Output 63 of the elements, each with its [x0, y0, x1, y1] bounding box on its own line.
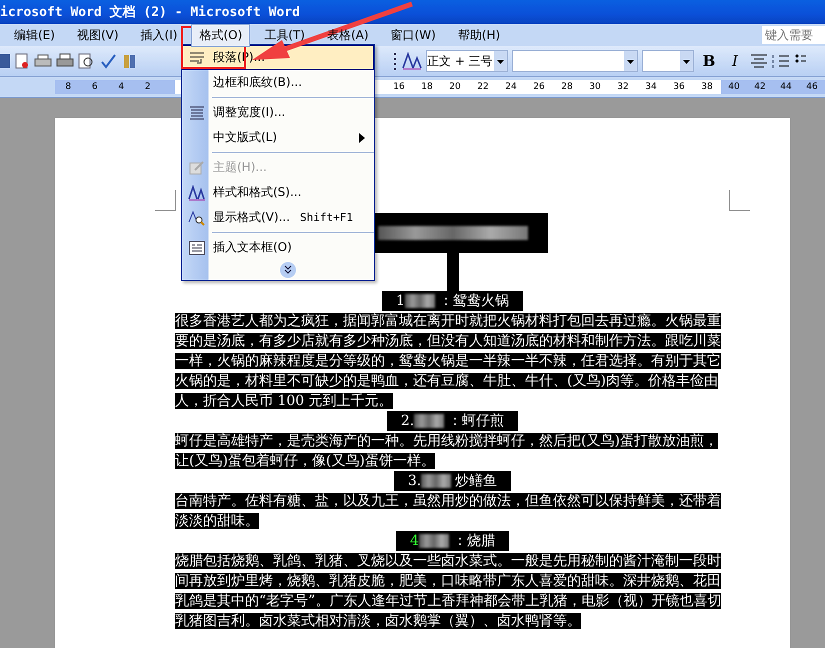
menu-entry[interactable]: 显示格式(V)... Shift+F1 [182, 205, 374, 230]
menu-item[interactable]: 编辑(E) [6, 24, 63, 46]
section-heading: 3. 炒鳝鱼 [394, 471, 512, 491]
ruler-number: 44 [779, 81, 793, 94]
ruler-number: 38 [700, 81, 714, 94]
text-box-icon [188, 240, 204, 254]
menu-item[interactable]: 插入(I) [132, 24, 186, 46]
menu-entry[interactable]: 调整宽度(I)... [182, 100, 374, 125]
ruler-number: 4 [117, 81, 126, 94]
width-icon [188, 104, 204, 120]
ruler-number: 24 [504, 81, 518, 94]
paragraph: 台南特产。佐料有糖、盐，以及九王，虽然用炒的做法，但鱼依然可以保持鲜美，还带着淡淡的甜味。 [175, 492, 722, 531]
menu-entry[interactable]: 样式和格式(S)... [182, 180, 374, 205]
spellcheck-icon[interactable] [100, 53, 118, 69]
menu-item[interactable]: 视图(V) [68, 24, 127, 46]
menu-item[interactable]: 帮助(H) [450, 24, 508, 46]
expand-chevron-icon[interactable] [280, 262, 296, 278]
ruler-number: 8 [64, 81, 72, 94]
printer-icon[interactable] [34, 53, 52, 69]
section-heading: 2. ：蚵仔煎 [386, 411, 518, 431]
ruler-number: 46 [805, 81, 819, 94]
paragraph: 很多香港艺人都为之疯狂，据闻郭富城在离开时就把火锅材料打包回去再过瘾。火锅最重要的是汤底，有多少店就有多少种汤底，但没有人知道汤底的材料和制作方法。跟吃川菜一样，火锅的麻辣程度是分等级的，鸳鸯火锅是一半辣一半不辣，任君选择。有别于其它火锅的是，材料里不可缺少的是鸭血，还有豆腐、牛肚、牛什、(又鸟)肉等。价格丰俭由人，折合人民币 100 元到上千元。 [175, 312, 722, 411]
bold-button[interactable]: B [698, 50, 720, 72]
ruler-number: 36 [672, 81, 686, 94]
magnifier-icon [188, 210, 206, 226]
menu-item[interactable]: 窗口(W) [382, 24, 444, 46]
printer-icon[interactable] [56, 53, 74, 69]
ruler-number: 42 [753, 81, 767, 94]
menu-entry[interactable]: 边框和底纹(B)... [182, 70, 374, 95]
paragraph-icon [188, 50, 204, 64]
ruler-number: 6 [90, 81, 99, 94]
section-heading: 1 ：鸳鸯火锅 [382, 291, 523, 311]
theme-icon [188, 160, 204, 176]
window-title: icrosoft Word 文档 (2) - Microsoft Word [0, 0, 825, 24]
ruler-number: 2 [144, 81, 152, 94]
ruler-number: 40 [727, 81, 741, 94]
margin-corner-mark [155, 190, 176, 211]
ruler-number: 30 [588, 81, 602, 94]
ruler-number: 20 [448, 81, 462, 94]
toolbar-handle-icon[interactable] [392, 50, 398, 72]
ruler-number: 22 [476, 81, 490, 94]
styles-icon[interactable] [402, 52, 422, 70]
ruler-number: 28 [560, 81, 574, 94]
ruler-number: 18 [420, 81, 434, 94]
menu-entry[interactable]: 中文版式(L) [182, 125, 374, 150]
document-icon[interactable] [14, 53, 30, 69]
paragraph: 烧腊包括烧鹅、乳鸽、乳猪、叉烧以及一些卤水菜式。一般是先用秘制的酱汁淹制一段时间再放到炉里烤，烧鹅、乳猪皮脆，肥美，口味略带广东人喜爱的甜味。深井烧鹅、花田乳鸽是其中的“老字号”。广东人逢年过节上香拜神都会带上乳猪，电影（视）开镜也喜切乳猪图吉利。卤水菜式相对清淡，卤水鹅掌（翼）、卤水鸭肾等。 [175, 552, 722, 631]
italic-button[interactable]: I [724, 50, 746, 72]
menu-item[interactable]: 工具(T) [256, 24, 313, 46]
ruler-number: 26 [532, 81, 546, 94]
menu-item[interactable]: 格式(O) [191, 24, 250, 46]
ruler-number: 34 [644, 81, 658, 94]
styles-icon [188, 184, 206, 200]
paragraph: 蚵仔是高雄特产，是壳类海产的一种。先用线粉搅拌蚵仔，然后把(又鸟)蛋打散放油煎，让(又鸟)蛋包着蚵仔，像(又鸟)蛋饼一样。 [175, 432, 719, 471]
help-search-field[interactable]: 键入需要 [762, 26, 825, 44]
ruler-number: 32 [616, 81, 630, 94]
menu-entry[interactable]: 插入文本框(O) [182, 235, 374, 260]
section-heading: 4 ：烧腊 [396, 531, 509, 551]
numbered-list-icon[interactable] [772, 54, 790, 68]
center-align-icon[interactable] [750, 54, 768, 68]
margin-corner-mark [729, 190, 750, 211]
style-combo[interactable]: 正文 + 三号 [426, 50, 508, 72]
ruler-number: 16 [392, 81, 406, 94]
